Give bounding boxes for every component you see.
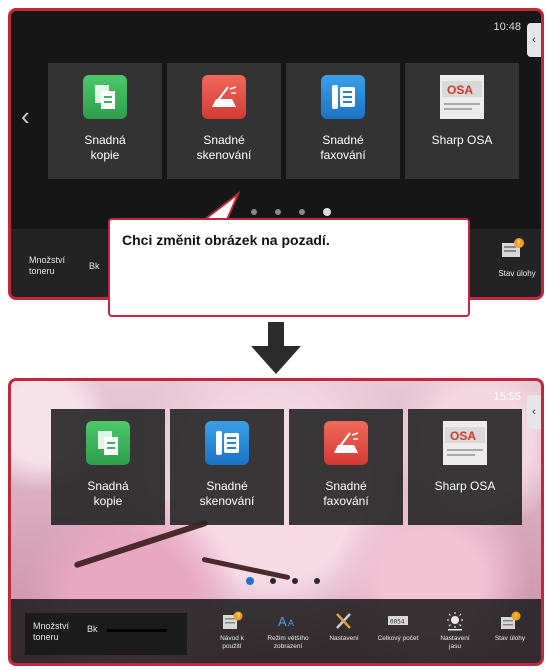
total-count-label: Celkový počet xyxy=(377,635,419,642)
toner-color: Bk xyxy=(89,261,100,271)
osa-icon: OSA xyxy=(440,75,484,119)
osa-icon: OSA xyxy=(443,421,487,465)
home-screen-after: 15:55 ‹ Snadná kopie Snadné skenování Sn… xyxy=(8,378,544,666)
fax-icon xyxy=(205,421,249,465)
settings-label: Nastavení xyxy=(329,635,359,642)
brightness-button[interactable]: Nastavení jasu xyxy=(427,611,483,651)
scroll-left-arrow[interactable]: ‹ xyxy=(21,103,30,129)
brightness-label: Nastavení jasu xyxy=(440,635,470,650)
page-dot[interactable] xyxy=(270,578,276,584)
settings-button[interactable]: Nastavení xyxy=(316,611,372,643)
job-status-button[interactable]: ! Stav úlohy xyxy=(482,611,538,643)
toner-level-bar xyxy=(107,629,167,632)
scan-icon xyxy=(324,421,368,465)
tile-easy-copy[interactable]: Snadná kopie xyxy=(48,63,162,179)
guide-label: Návod k použití xyxy=(220,635,244,650)
side-panel-tab[interactable]: ‹ xyxy=(527,395,541,429)
tile-label: Snadná kopie xyxy=(87,479,129,508)
tile-label: Snadná kopie xyxy=(84,133,126,162)
down-arrow-icon xyxy=(251,322,301,374)
brightness-icon xyxy=(447,612,463,631)
svg-text:A: A xyxy=(278,614,287,629)
side-panel-tab[interactable]: ‹ xyxy=(527,23,541,57)
tile-easy-scan[interactable]: Snadné skenování xyxy=(167,63,281,179)
guide-button[interactable]: ? Návod k použití xyxy=(204,611,260,651)
tile-label: Sharp OSA xyxy=(431,133,493,147)
tile-easy-copy[interactable]: Snadná kopie xyxy=(51,409,165,525)
large-display-button[interactable]: AA Režim většího zobrazení xyxy=(260,611,316,651)
page-dot[interactable] xyxy=(275,209,281,215)
svg-text:0054: 0054 xyxy=(390,619,405,626)
counter-icon: 0054 xyxy=(388,616,408,626)
guide-icon: ? xyxy=(223,611,243,629)
svg-text:!: ! xyxy=(515,614,517,621)
page-indicator xyxy=(251,208,331,216)
tile-label: Snadné faxování xyxy=(323,479,369,508)
page-indicator xyxy=(246,577,320,585)
page-dot-active[interactable] xyxy=(323,208,331,216)
tile-label: Sharp OSA xyxy=(434,479,496,493)
tile-label: Snadné skenování xyxy=(196,133,252,162)
fax-icon xyxy=(321,75,365,119)
tile-sharp-osa[interactable]: OSA Sharp OSA xyxy=(405,63,519,179)
svg-text:!: ! xyxy=(518,239,520,248)
large-text-icon: AA xyxy=(278,614,294,629)
tile-easy-fax[interactable]: Snadné faxování xyxy=(289,409,403,525)
scan-icon xyxy=(202,75,246,119)
svg-text:?: ? xyxy=(236,614,240,621)
page-dot-active[interactable] xyxy=(246,577,254,585)
clock: 15:55 xyxy=(493,391,521,403)
toner-label: Množství toneru xyxy=(33,621,70,642)
tile-label: Snadné skenování xyxy=(199,479,255,508)
tile-sharp-osa[interactable]: OSA Sharp OSA xyxy=(408,409,522,525)
svg-text:A: A xyxy=(288,618,294,628)
page-dot[interactable] xyxy=(314,578,320,584)
page-dot[interactable] xyxy=(292,578,298,584)
copy-icon xyxy=(83,75,127,119)
page-dot[interactable] xyxy=(251,209,257,215)
toner-label: Množství toneru xyxy=(29,255,66,276)
tile-label: Snadné faxování xyxy=(320,133,366,162)
total-count-button[interactable]: 0054 Celkový počet xyxy=(370,611,426,643)
bottom-bar: Množství toneru Bk ? Návod k použití AA … xyxy=(11,599,541,663)
svg-text:OSA: OSA xyxy=(450,429,476,443)
callout-text: Chci změnit obrázek na pozadí. xyxy=(122,232,330,248)
copy-icon xyxy=(86,421,130,465)
job-status-icon: ! xyxy=(500,237,526,264)
large-display-label: Režim většího zobrazení xyxy=(267,635,309,650)
tools-icon xyxy=(336,613,351,629)
job-status-label[interactable]: Stav úlohy xyxy=(487,269,541,278)
svg-text:OSA: OSA xyxy=(447,83,473,97)
tile-easy-fax[interactable]: Snadné faxování xyxy=(286,63,400,179)
clock: 10:48 xyxy=(493,21,521,33)
job-status-icon: ! xyxy=(501,611,521,629)
tile-easy-scan[interactable]: Snadné skenování xyxy=(170,409,284,525)
page-dot[interactable] xyxy=(299,209,305,215)
job-status-label: Stav úlohy xyxy=(494,635,526,642)
toner-color: Bk xyxy=(87,624,98,634)
speech-callout: Chci změnit obrázek na pozadí. xyxy=(108,218,470,317)
